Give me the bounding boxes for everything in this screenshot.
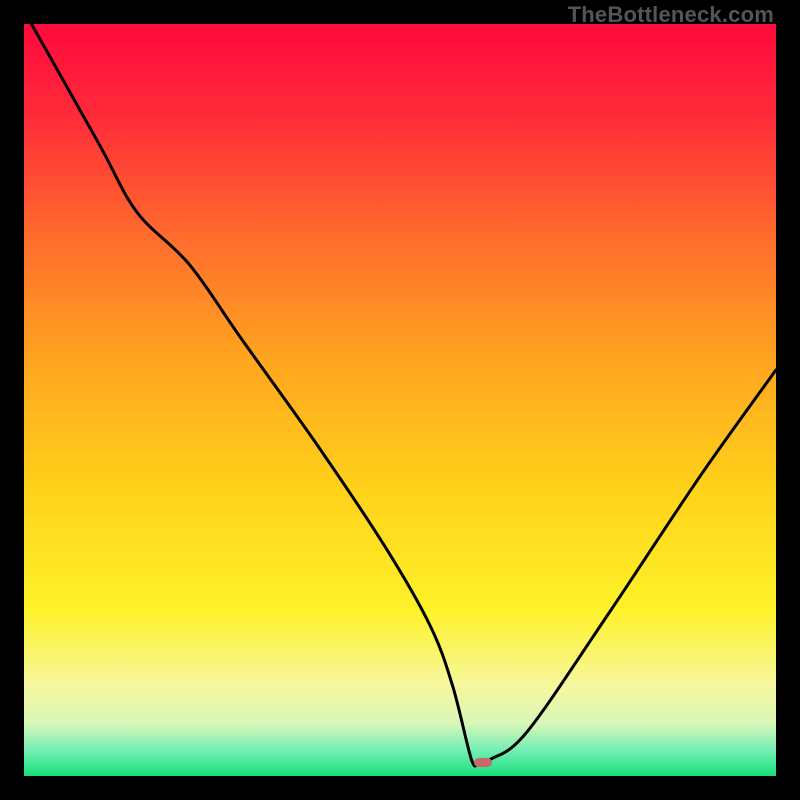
curve-layer bbox=[24, 24, 776, 776]
bottleneck-curve bbox=[32, 24, 777, 766]
plot-area bbox=[24, 24, 776, 776]
frame-border bbox=[0, 776, 800, 800]
frame-border bbox=[0, 0, 24, 800]
watermark-text: TheBottleneck.com bbox=[568, 2, 774, 28]
frame-border bbox=[776, 0, 800, 800]
chart-frame: TheBottleneck.com bbox=[0, 0, 800, 800]
optimal-marker bbox=[474, 758, 492, 767]
